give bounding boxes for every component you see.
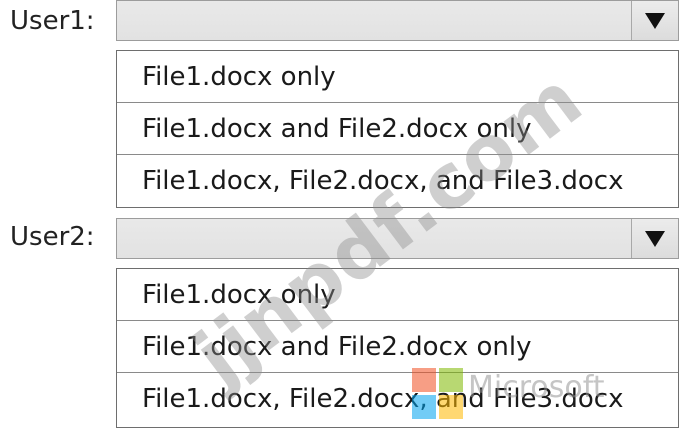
user1-dropdown-button[interactable] xyxy=(631,1,678,40)
user1-option-3[interactable]: File1.docx, File2.docx, and File3.docx xyxy=(117,155,678,207)
user2-dropdown-button[interactable] xyxy=(631,219,678,258)
user2-option-3[interactable]: File1.docx, File2.docx, and File3.docx xyxy=(117,373,678,425)
user1-label: User1: xyxy=(10,6,95,36)
user2-options-list: File1.docx only File1.docx and File2.doc… xyxy=(116,268,679,428)
user2-option-2[interactable]: File1.docx and File2.docx only xyxy=(117,321,678,373)
user2-dropdown[interactable] xyxy=(116,218,679,259)
user1-options-list: File1.docx only File1.docx and File2.doc… xyxy=(116,50,679,208)
user1-dropdown[interactable] xyxy=(116,0,679,41)
chevron-down-icon xyxy=(645,12,665,29)
user1-option-1[interactable]: File1.docx only xyxy=(117,51,678,103)
chevron-down-icon xyxy=(645,230,665,247)
user1-option-2[interactable]: File1.docx and File2.docx only xyxy=(117,103,678,155)
user2-label: User2: xyxy=(10,222,95,252)
user2-option-1[interactable]: File1.docx only xyxy=(117,269,678,321)
